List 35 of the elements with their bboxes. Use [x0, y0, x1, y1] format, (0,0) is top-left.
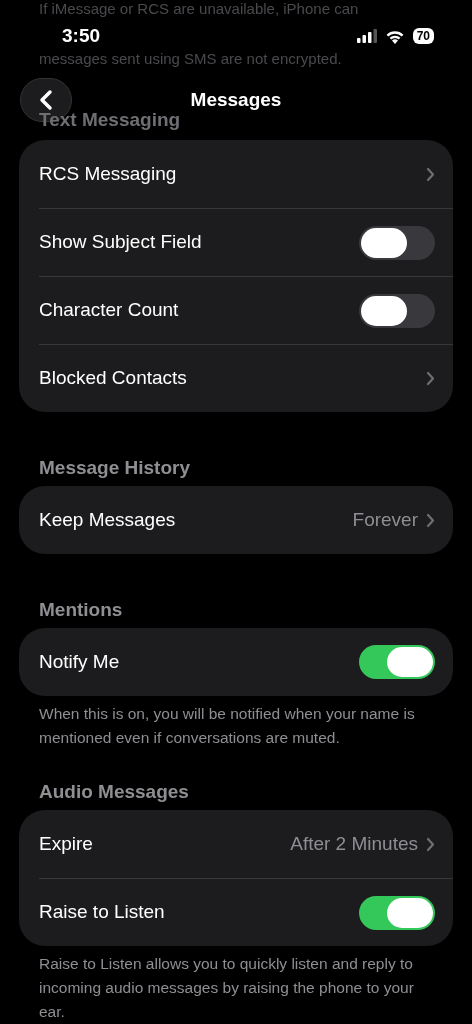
settings-row[interactable]: RCS Messaging — [39, 140, 453, 208]
toggle-switch[interactable] — [359, 225, 435, 260]
note-line: If iMessage or RCS are unavailable, iPhone can — [39, 0, 360, 18]
chevron-right-icon — [426, 512, 435, 528]
row-value: Forever — [352, 507, 418, 532]
chevron-right-icon — [426, 836, 435, 852]
section-header: Mentions — [38, 598, 124, 622]
row-label: Show Subject Field — [39, 230, 203, 255]
row-label: Notify Me — [39, 649, 121, 674]
toggle-switch[interactable] — [359, 895, 435, 930]
row-label: Expire — [39, 831, 94, 856]
settings-row[interactable]: Expire After 2 Minutes — [39, 810, 453, 878]
row-label: Keep Messages — [39, 507, 177, 532]
row-label: Blocked Contacts — [39, 366, 188, 391]
settings-row[interactable]: Keep Messages Forever — [39, 486, 453, 554]
note-line: messages sent using SMS are not encrypted. — [39, 50, 343, 68]
section-header: Audio Messages — [38, 780, 190, 804]
section-footer: Raise to Listen allows you to quickly listen and reply to incoming audio messages by raising the phone to your ear. — [0, 946, 472, 1024]
row-value: After 2 Minutes — [290, 831, 418, 856]
row-label: RCS Messaging — [39, 161, 178, 186]
section-footer: When this is on, you will be notified when your name is mentioned even if conversations are muted. — [0, 696, 472, 750]
row-label: Character Count — [39, 298, 180, 323]
status-time: 3:50 — [62, 23, 101, 48]
toggle-switch[interactable] — [359, 293, 435, 328]
chevron-right-icon — [426, 166, 435, 182]
section-header: Message History — [38, 456, 191, 480]
toggle-switch[interactable] — [359, 645, 435, 679]
section-header: Text Messaging — [38, 108, 182, 132]
row-label: Raise to Listen — [39, 900, 166, 925]
chevron-left-icon — [39, 89, 53, 111]
chevron-right-icon — [426, 371, 435, 386]
signal-icon — [356, 29, 377, 43]
battery-level: 70 — [412, 28, 434, 44]
wifi-icon — [384, 28, 405, 44]
settings-row[interactable]: Blocked Contacts — [39, 344, 453, 412]
